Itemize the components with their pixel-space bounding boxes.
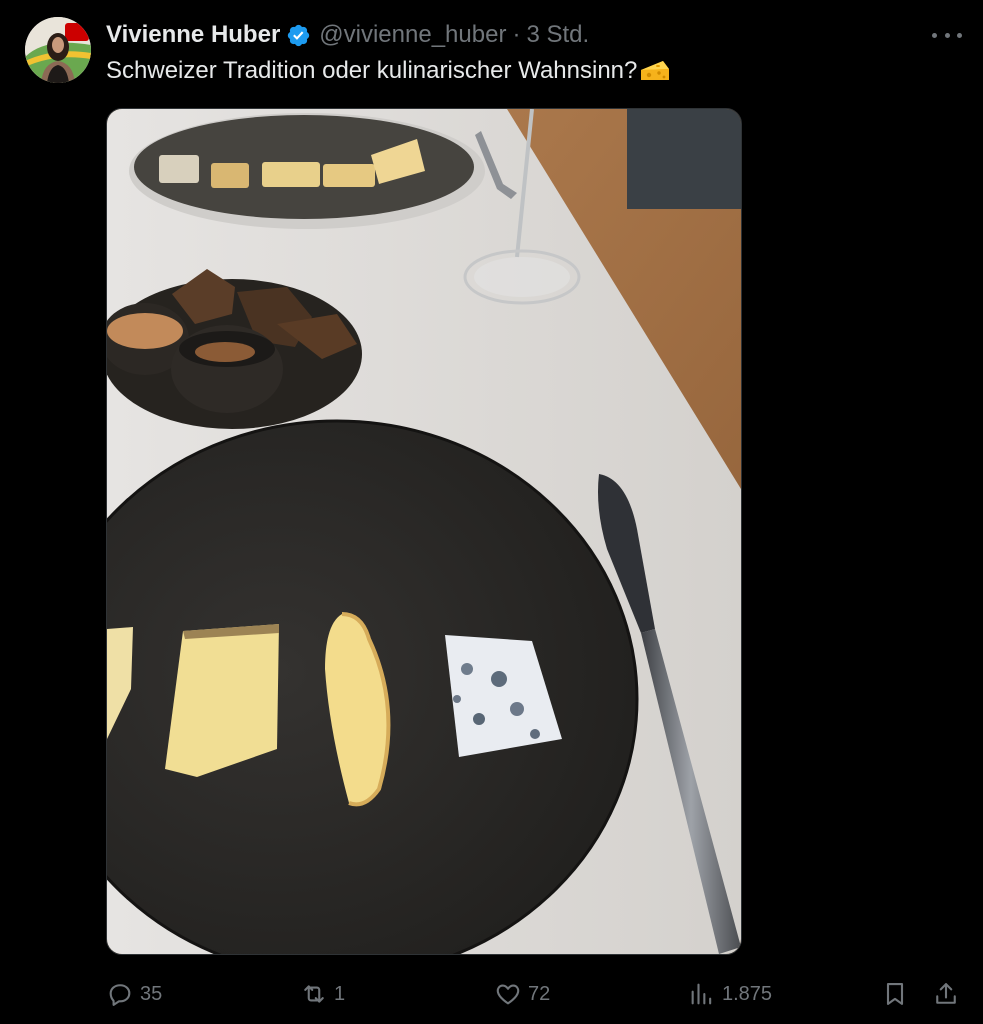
tweet-header: Vivienne Huber @vivienne_huber · 3 Std.	[106, 18, 589, 52]
tweet[interactable]: Vivienne Huber @vivienne_huber · 3 Std. …	[0, 0, 983, 1024]
views-icon	[691, 983, 712, 1005]
avatar[interactable]	[25, 17, 91, 83]
tweet-photo[interactable]	[106, 108, 742, 955]
views-button[interactable]: 1.875	[688, 978, 772, 1010]
repost-icon	[304, 985, 324, 1003]
separator: ·	[512, 21, 521, 48]
cheese-plate-photo	[107, 109, 741, 954]
reply-icon	[109, 984, 131, 1006]
more-options-icon[interactable]	[932, 24, 962, 46]
share-icon	[936, 983, 956, 1004]
repost-button[interactable]: 1	[300, 978, 345, 1010]
bookmark-icon	[886, 983, 904, 1005]
tweet-text: Schweizer Tradition oder kulinarischer W…	[106, 57, 671, 85]
display-name[interactable]: Vivienne Huber	[106, 21, 280, 49]
share-button[interactable]	[932, 978, 960, 1010]
handle[interactable]: @vivienne_huber	[319, 21, 506, 49]
heart-icon	[496, 984, 520, 1005]
like-count: 72	[528, 982, 551, 1005]
cheese-emoji-icon	[639, 58, 671, 84]
avatar-image	[25, 17, 91, 83]
tweet-actions: 35 1 72 1.875	[0, 972, 983, 1016]
repost-count: 1	[334, 982, 346, 1005]
bookmark-button[interactable]	[881, 978, 909, 1010]
reply-count: 35	[140, 982, 163, 1005]
tweet-body: Schweizer Tradition oder kulinarischer W…	[106, 57, 638, 84]
reply-button[interactable]: 35	[106, 978, 162, 1010]
views-count: 1.875	[722, 982, 773, 1005]
timestamp[interactable]: 3 Std.	[526, 21, 589, 49]
verified-badge-icon[interactable]	[286, 23, 311, 48]
like-button[interactable]: 72	[494, 978, 550, 1010]
